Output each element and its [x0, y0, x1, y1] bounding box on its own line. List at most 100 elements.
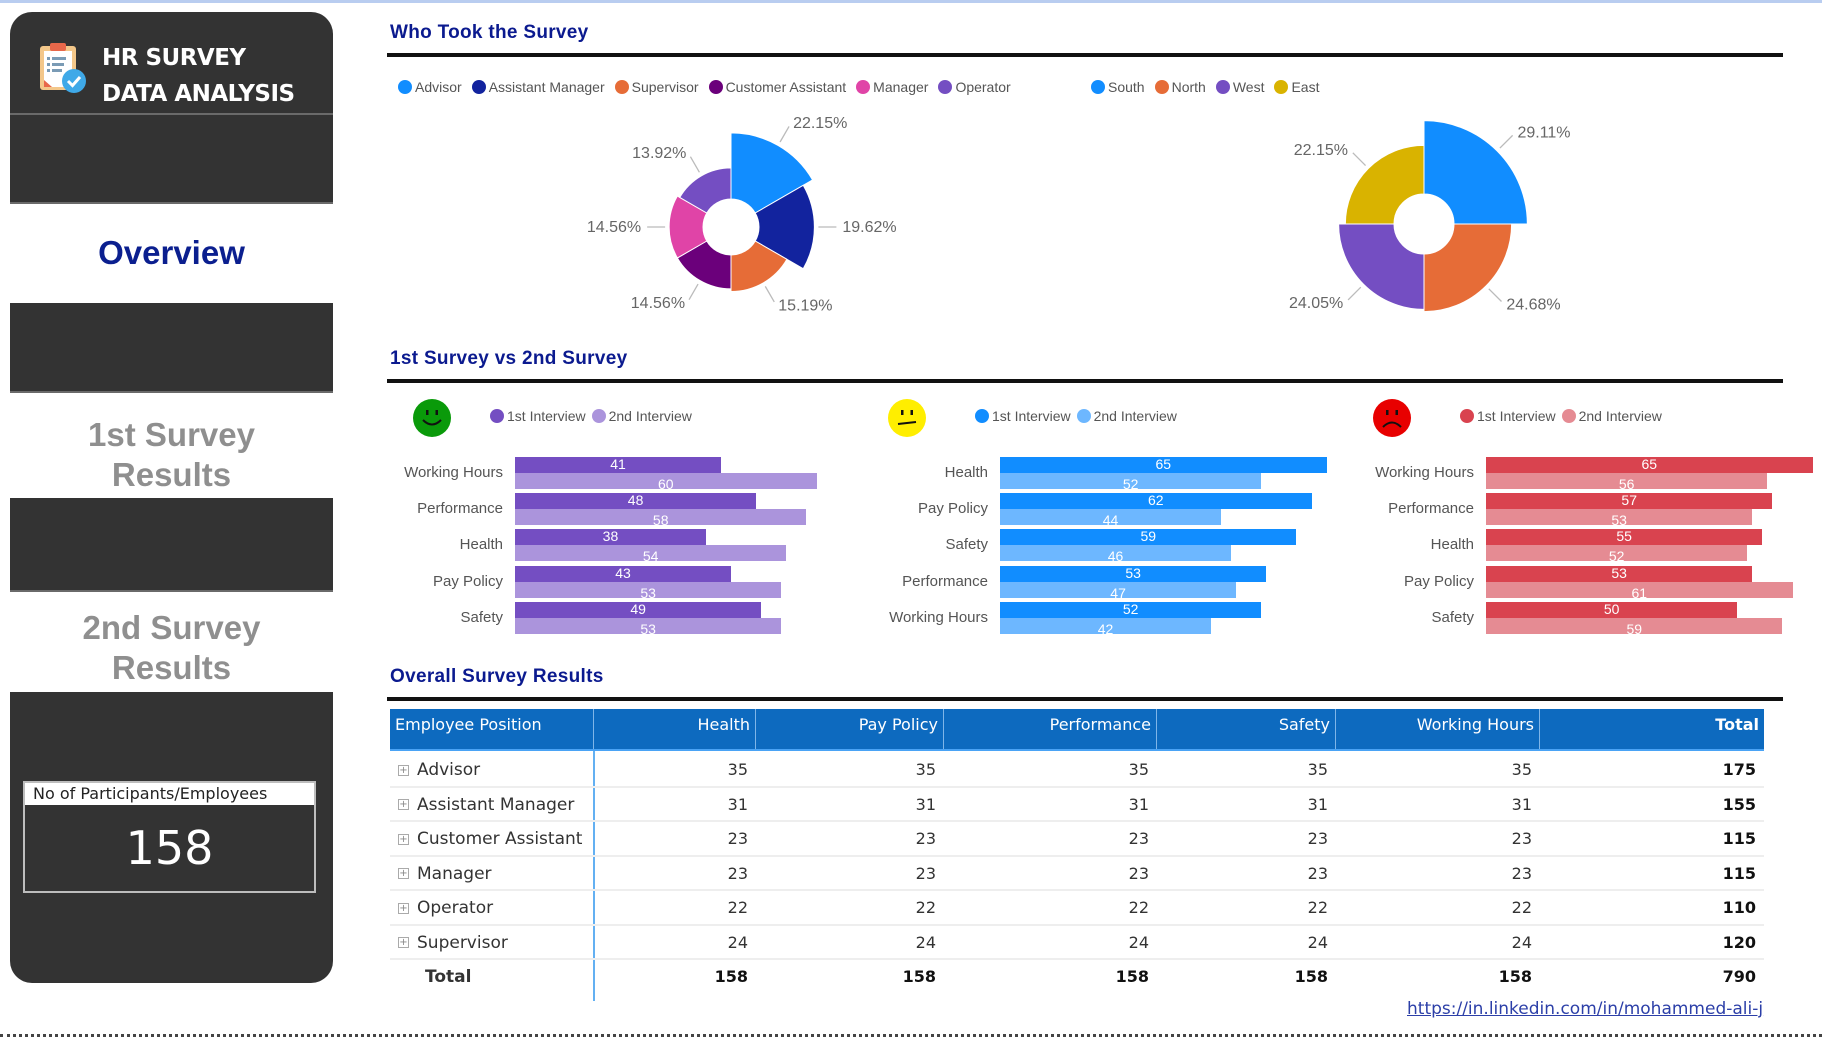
leader-line: [688, 283, 699, 300]
nav-overview[interactable]: Overview: [10, 234, 333, 272]
nav-1st-survey-results[interactable]: 1st Survey Results: [10, 415, 333, 495]
column-header-safety[interactable]: Safety: [1157, 709, 1336, 749]
expand-icon[interactable]: +: [398, 799, 409, 810]
category-label-pay-policy: Pay Policy: [917, 500, 988, 518]
cell-total: 115: [1722, 863, 1756, 883]
row-header-cell: + Operator: [390, 891, 594, 925]
bar-value-label: 43: [615, 564, 631, 581]
leader-line: [1499, 134, 1514, 149]
cell-working-hours: 24: [1511, 932, 1532, 952]
bar-value-label: 52: [1608, 548, 1625, 565]
bar-value-label: 50: [1603, 600, 1620, 617]
cell-safety: 23: [1307, 829, 1328, 848]
bar-value-label: 58: [652, 512, 669, 529]
cell-safety: 22: [1307, 898, 1328, 917]
bar-value-label: 42: [1097, 620, 1114, 637]
legend-item-2nd-interview[interactable]: 2nd Interview: [1076, 408, 1177, 424]
expand-icon[interactable]: +: [398, 764, 409, 776]
cell-safety: 158: [1294, 967, 1328, 986]
legend-item-supervisor[interactable]: Supervisor: [614, 79, 699, 95]
legend-dot-2nd-interview: [1561, 409, 1576, 423]
sidebar-nav-block-2[interactable]: [10, 498, 333, 592]
legend-label: Advisor: [415, 79, 462, 95]
expand-icon[interactable]: +: [398, 833, 409, 845]
legend-item-south[interactable]: South: [1091, 79, 1145, 95]
legend-label: Manager: [873, 79, 929, 95]
row-label: Assistant Manager: [417, 794, 575, 815]
legend-label: North: [1171, 79, 1206, 95]
legend-item-customer-assistant[interactable]: Customer Assistant: [708, 79, 847, 95]
legend-dot-supervisor: [614, 80, 629, 94]
legend-item-1st-interview[interactable]: 1st Interview: [490, 408, 586, 424]
legend-dot-west: [1215, 80, 1230, 94]
legend-label: 1st Interview: [507, 408, 586, 424]
legend-item-1st-interview[interactable]: 1st Interview: [1460, 408, 1556, 424]
cell-pay-policy: 31: [915, 794, 936, 814]
nav-1st-survey-label-line2: Results: [111, 456, 232, 493]
legend-item-north[interactable]: North: [1154, 79, 1206, 95]
bar-value-label: 52: [1122, 476, 1139, 492]
table-row: + Manager 23 23 23 23 23 115: [390, 857, 1764, 891]
column-header-health[interactable]: Health: [594, 709, 756, 749]
column-header-pay-policy[interactable]: Pay Policy: [756, 709, 944, 749]
legend-item-west[interactable]: West: [1215, 79, 1264, 95]
cell-total: 115: [1722, 829, 1756, 848]
table-row: + Advisor 35 35 35 35 35 175: [390, 753, 1764, 788]
bar-value-label: 55: [1616, 528, 1632, 545]
legend-item-advisor[interactable]: Advisor: [398, 79, 462, 95]
legend-dot-manager: [856, 80, 871, 94]
legend-label: 1st Interview: [992, 408, 1071, 424]
legend-item-operator[interactable]: Operator: [938, 79, 1011, 95]
region-legend: South North West East: [1091, 79, 1329, 95]
happy-face-icon: [413, 399, 451, 437]
legend-item-east[interactable]: East: [1274, 79, 1319, 95]
legend-item-assistant-manager[interactable]: Assistant Manager: [471, 79, 605, 95]
column-header-performance[interactable]: Performance: [944, 709, 1157, 749]
legend-item-1st-interview[interactable]: 1st Interview: [975, 408, 1071, 424]
legend-label: 2nd Interview: [608, 408, 692, 424]
cell-total: 110: [1722, 898, 1756, 917]
nav-2nd-survey-results[interactable]: 2nd Survey Results: [10, 608, 333, 688]
bar-value-label: 52: [1122, 600, 1139, 617]
bar-value-label: 61: [1631, 584, 1648, 601]
position-legend: Advisor Assistant Manager Supervisor Custom…: [398, 79, 1021, 95]
legend-label: 1st Interview: [1477, 408, 1556, 424]
bar-value-label: 53: [1125, 564, 1141, 581]
column-header-employee-position[interactable]: Employee Position: [390, 709, 594, 749]
cell-safety: 31: [1307, 794, 1328, 814]
cell-working-hours: 23: [1511, 863, 1532, 883]
data-label-east: 22.15%: [1294, 142, 1348, 159]
legend-dot-operator: [938, 80, 953, 94]
legend-label: Customer Assistant: [725, 79, 847, 95]
legend-item-2nd-interview[interactable]: 2nd Interview: [591, 408, 692, 424]
position-rose-chart: 22.15% 19.62% 15.19% 14.56% 14.56% 13.92%: [587, 115, 897, 314]
cell-pay-policy: 35: [915, 760, 936, 779]
interview-legend: 1st Interview 2nd Interview: [975, 408, 1183, 424]
leader-line: [1347, 286, 1362, 301]
expand-icon[interactable]: +: [398, 902, 409, 914]
bar-value-label: 53: [640, 620, 656, 637]
cell-pay-policy: 158: [902, 967, 936, 986]
section-rule-compare: [387, 379, 1783, 383]
column-header-total[interactable]: Total: [1540, 709, 1764, 749]
cell-performance: 22: [1128, 898, 1149, 917]
legend-item-manager[interactable]: Manager: [856, 79, 928, 95]
column-header-working-hours[interactable]: Working Hours: [1336, 709, 1540, 749]
legend-item-2nd-interview[interactable]: 2nd Interview: [1561, 408, 1662, 424]
section-rule-overall: [387, 697, 1783, 701]
expand-icon[interactable]: +: [398, 937, 409, 948]
linkedin-link[interactable]: https://in.linkedin.com/in/mohammed-ali-…: [1407, 999, 1763, 1019]
cell-working-hours: 35: [1511, 760, 1532, 779]
interview-legend: 1st Interview 2nd Interview: [1460, 408, 1668, 424]
leader-line: [1352, 152, 1367, 167]
cell-working-hours: 23: [1511, 829, 1532, 848]
bar-value-label: 54: [642, 548, 659, 565]
sidebar-nav-block-1[interactable]: [10, 303, 333, 393]
category-label-performance: Performance: [1388, 500, 1474, 518]
sidebar-kpi-panel: No of Participants/Employees 158: [10, 692, 333, 983]
section-title-overall: Overall Survey Results: [390, 666, 604, 687]
legend-label: Supervisor: [631, 79, 699, 95]
interview-legend: 1st Interview 2nd Interview: [490, 408, 698, 424]
row-header-cell: + Manager: [390, 857, 594, 891]
expand-icon[interactable]: +: [398, 868, 409, 879]
